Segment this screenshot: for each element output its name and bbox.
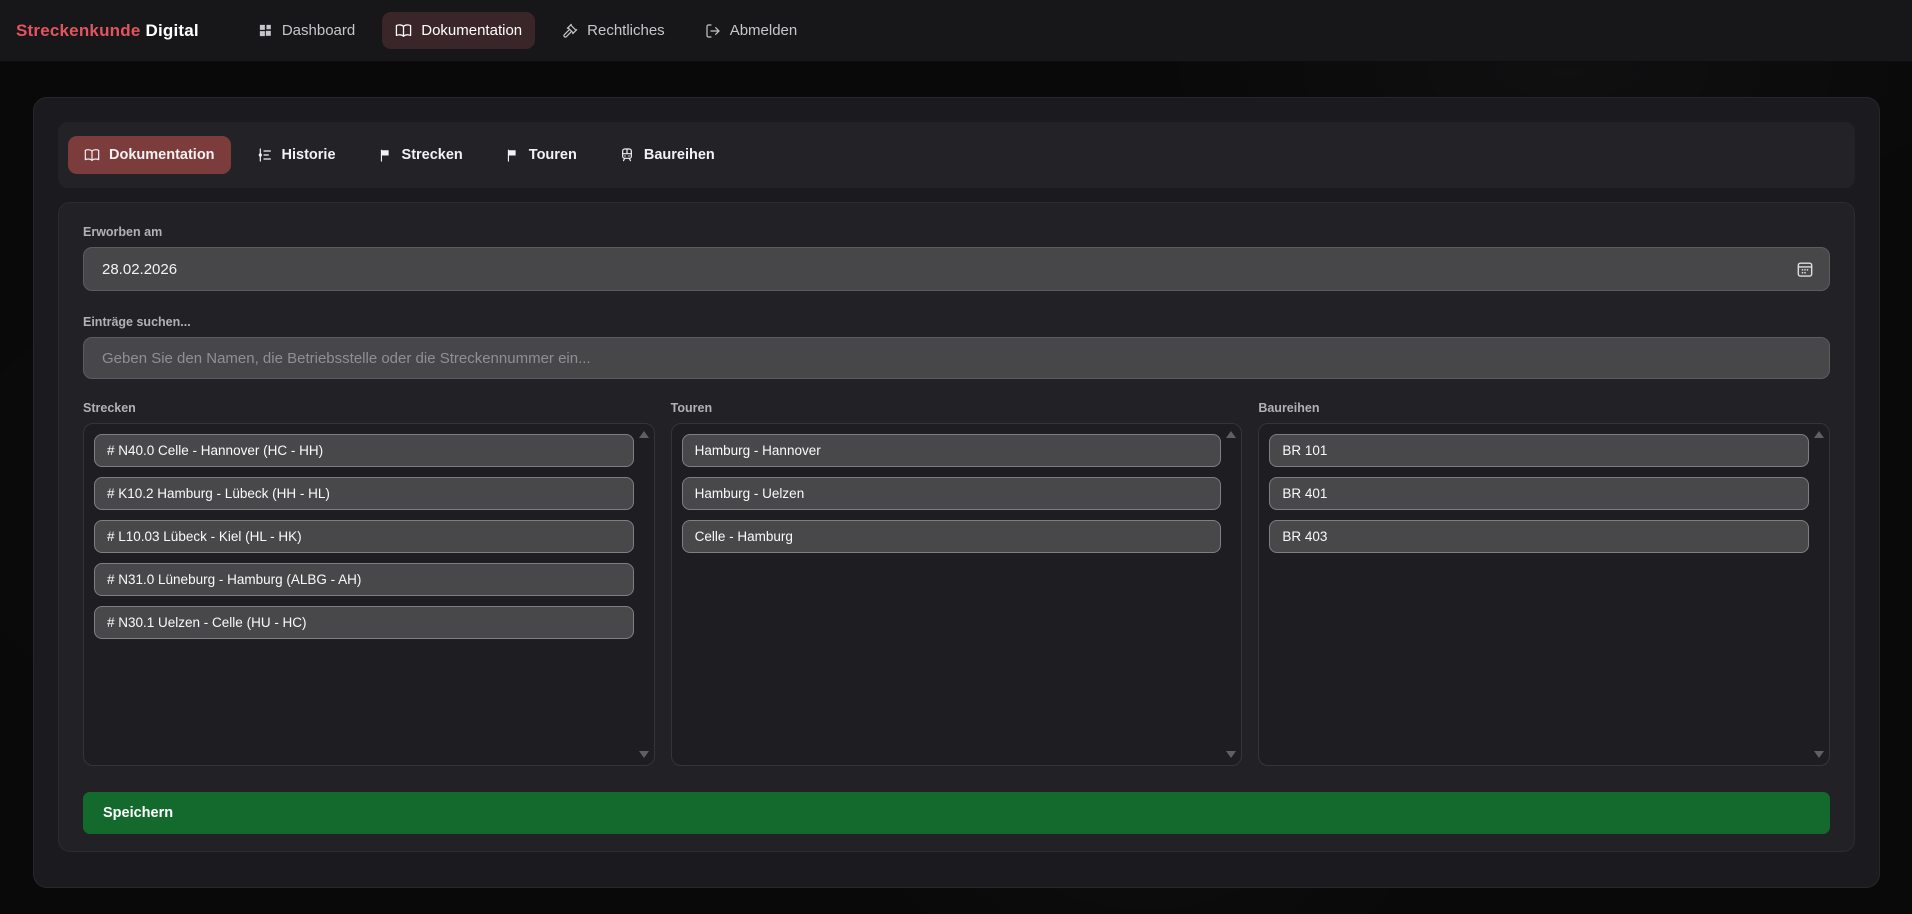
tab-label: Dokumentation (109, 147, 215, 163)
tab-strecken[interactable]: Strecken (362, 136, 479, 174)
nav-item-abmelden[interactable]: Abmelden (692, 12, 811, 49)
tab-label: Historie (282, 147, 336, 163)
tab-label: Touren (529, 147, 577, 163)
scroll-down-arrow-icon[interactable] (1814, 751, 1824, 758)
tab-label: Strecken (402, 147, 463, 163)
strecken-list: # N40.0 Celle - Hannover (HC - HH) # K10.… (94, 434, 634, 639)
nav-item-label: Dashboard (282, 22, 355, 39)
column-baureihen: Baureihen BR 101 BR 401 BR 403 (1258, 401, 1830, 766)
nav-item-label: Abmelden (730, 22, 798, 39)
search-label: Einträge suchen... (83, 315, 1830, 329)
column-strecken: Strecken # N40.0 Celle - Hannover (HC - … (83, 401, 655, 766)
brand-secondary: Digital (145, 21, 198, 40)
grid-icon (258, 23, 273, 38)
top-navigation: Dashboard Dokumentation Rechtliches Abme… (245, 12, 810, 49)
gavel-icon (562, 23, 578, 39)
list-item[interactable]: # N30.1 Uelzen - Celle (HU - HC) (94, 606, 634, 639)
scroll-down-arrow-icon[interactable] (1226, 751, 1236, 758)
scroll-down-arrow-icon[interactable] (639, 751, 649, 758)
nav-item-dashboard[interactable]: Dashboard (245, 12, 368, 49)
column-touren: Touren Hamburg - Hannover Hamburg - Uelze… (671, 401, 1243, 766)
baureihen-list: BR 101 BR 401 BR 403 (1269, 434, 1809, 553)
list-item[interactable]: BR 403 (1269, 520, 1809, 553)
brand-primary: Streckenkunde (16, 21, 140, 40)
train-icon (619, 147, 635, 163)
list-item[interactable]: # N40.0 Celle - Hannover (HC - HH) (94, 434, 634, 467)
tab-strip: Dokumentation Historie Strecken Touren B… (58, 122, 1855, 188)
search-input[interactable] (83, 337, 1830, 379)
scroll-up-arrow-icon[interactable] (1814, 431, 1824, 438)
tab-label: Baureihen (644, 147, 715, 163)
nav-item-dokumentation[interactable]: Dokumentation (382, 12, 535, 49)
list-item[interactable]: # N31.0 Lüneburg - Hamburg (ALBG - AH) (94, 563, 634, 596)
save-button[interactable]: Speichern (83, 792, 1830, 834)
baureihen-listbox[interactable]: BR 101 BR 401 BR 403 (1258, 423, 1830, 766)
list-item[interactable]: Hamburg - Hannover (682, 434, 1222, 467)
list-item[interactable]: BR 401 (1269, 477, 1809, 510)
list-item[interactable]: Celle - Hamburg (682, 520, 1222, 553)
baureihen-label: Baureihen (1258, 401, 1830, 415)
tab-touren[interactable]: Touren (489, 136, 593, 174)
strecken-listbox[interactable]: # N40.0 Celle - Hannover (HC - HH) # K10.… (83, 423, 655, 766)
brand-logo[interactable]: Streckenkunde Digital (16, 21, 199, 41)
list-timeline-icon (257, 147, 273, 163)
list-item[interactable]: Hamburg - Uelzen (682, 477, 1222, 510)
nav-item-rechtliches[interactable]: Rechtliches (549, 12, 678, 49)
search-wrap (83, 337, 1830, 379)
nav-item-label: Dokumentation (421, 22, 522, 39)
main-card: Dokumentation Historie Strecken Touren B… (33, 97, 1880, 888)
calendar-icon[interactable] (1795, 259, 1815, 279)
scroll-up-arrow-icon[interactable] (1226, 431, 1236, 438)
top-bar: Streckenkunde Digital Dashboard Dokumenta… (0, 0, 1912, 62)
acquired-date-input[interactable] (83, 247, 1830, 291)
tab-baureihen[interactable]: Baureihen (603, 136, 731, 174)
touren-label: Touren (671, 401, 1243, 415)
touren-list: Hamburg - Hannover Hamburg - Uelzen Celle … (682, 434, 1222, 553)
list-item[interactable]: # L10.03 Lübeck - Kiel (HL - HK) (94, 520, 634, 553)
selection-columns: Strecken # N40.0 Celle - Hannover (HC - … (83, 401, 1830, 766)
book-open-icon (395, 22, 412, 39)
list-item[interactable]: BR 101 (1269, 434, 1809, 467)
acquired-date-wrap (83, 247, 1830, 291)
acquired-date-label: Erworben am (83, 225, 1830, 239)
documentation-form: Erworben am Einträge suchen... Strecken … (58, 202, 1855, 852)
strecken-label: Strecken (83, 401, 655, 415)
flag-icon (378, 148, 393, 163)
flag-icon (505, 148, 520, 163)
touren-listbox[interactable]: Hamburg - Hannover Hamburg - Uelzen Celle … (671, 423, 1243, 766)
book-open-icon (84, 147, 100, 163)
tab-dokumentation[interactable]: Dokumentation (68, 136, 231, 174)
scroll-up-arrow-icon[interactable] (639, 431, 649, 438)
tab-historie[interactable]: Historie (241, 136, 352, 174)
list-item[interactable]: # K10.2 Hamburg - Lübeck (HH - HL) (94, 477, 634, 510)
logout-icon (705, 23, 721, 39)
nav-item-label: Rechtliches (587, 22, 665, 39)
